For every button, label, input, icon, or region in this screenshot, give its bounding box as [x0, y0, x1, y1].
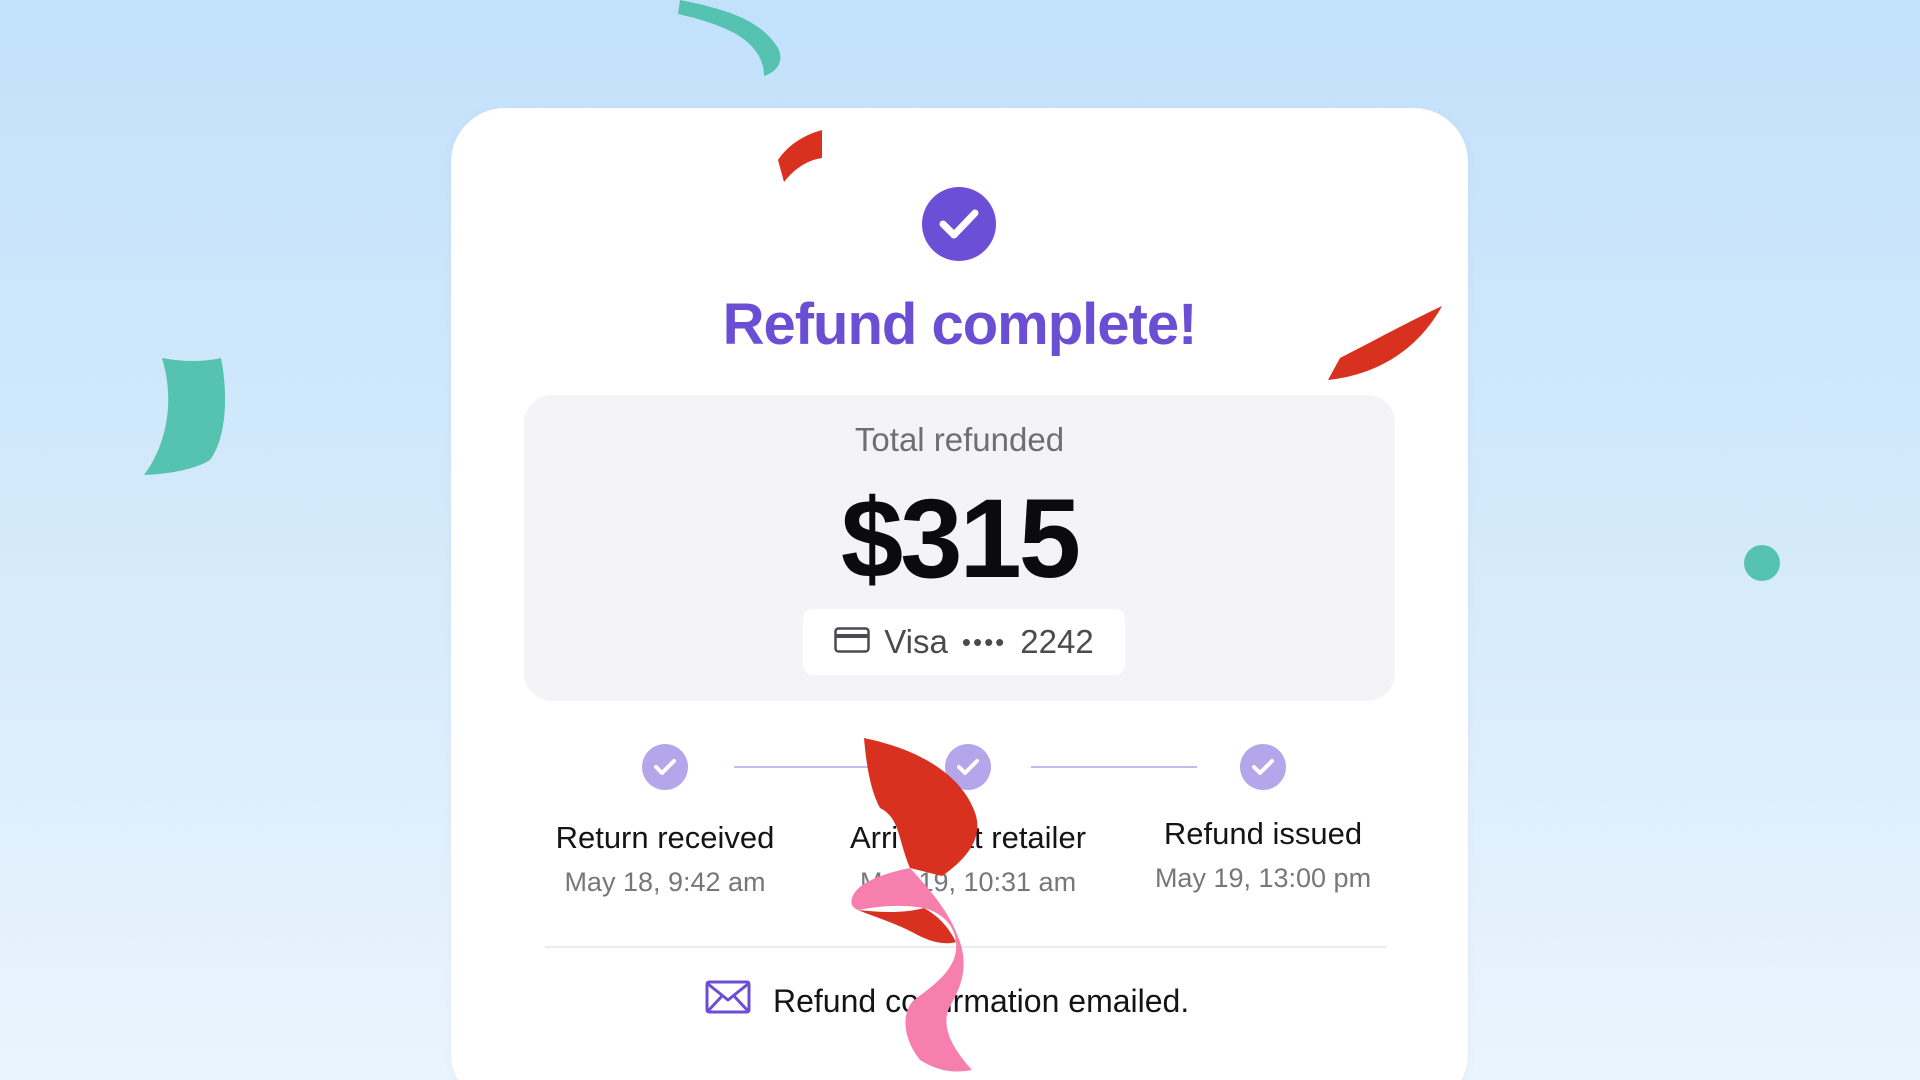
- confetti-teal-dot: [1744, 545, 1780, 581]
- confetti-teal-left: [144, 358, 226, 475]
- confetti-teal-top: [678, 0, 781, 76]
- step-title: Arrived at retailer: [849, 820, 1087, 855]
- step-check-icon: [642, 744, 688, 790]
- email-confirmation: Refund confirmation emailed.: [705, 980, 1189, 1022]
- divider: [545, 946, 1387, 948]
- card-mask-dots: ••••: [961, 626, 1007, 657]
- total-refunded-label: Total refunded: [854, 421, 1065, 458]
- step-time: May 19, 13:00 pm: [1154, 863, 1372, 893]
- credit-card-icon: [834, 623, 871, 661]
- success-check-icon: [922, 187, 996, 261]
- step-refund-issued: Refund issued May 19, 13:00 pm: [1113, 744, 1413, 896]
- step-time: May 19, 10:31 am: [859, 867, 1077, 897]
- refund-summary-panel: Total refunded $315 Visa •••• 2242: [524, 395, 1395, 701]
- payment-method-chip: Visa •••• 2242: [803, 609, 1125, 675]
- email-confirmation-text: Refund confirmation emailed.: [773, 982, 1190, 1019]
- step-check-icon: [945, 744, 991, 790]
- step-time: May 18, 9:42 am: [564, 867, 766, 897]
- step-title: Return received: [555, 820, 775, 855]
- card-last4: 2242: [1020, 623, 1094, 660]
- payment-brand: Visa: [884, 623, 948, 660]
- step-return-received: Return received May 18, 9:42 am: [515, 744, 815, 900]
- step-check-icon: [1240, 744, 1286, 790]
- envelope-icon: [705, 980, 751, 1022]
- step-arrived-at-retailer: Arrived at retailer May 19, 10:31 am: [818, 744, 1118, 900]
- page-title: Refund complete!: [722, 292, 1198, 357]
- step-title: Refund issued: [1163, 816, 1363, 851]
- refund-amount: $315: [840, 476, 1081, 601]
